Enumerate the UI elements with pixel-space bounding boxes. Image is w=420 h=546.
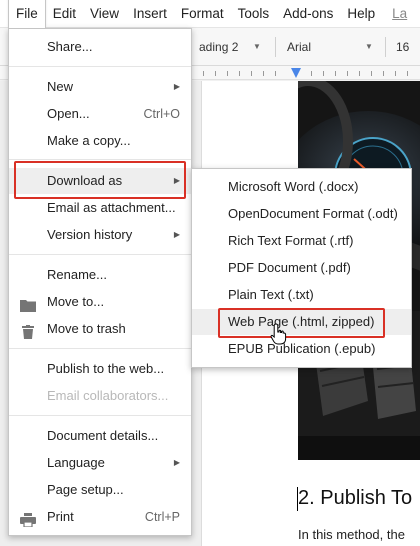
menu-item-version-history[interactable]: Version history ▶ [9, 222, 191, 248]
menu-item-share[interactable]: Share... [9, 34, 191, 60]
ruler-tick [251, 71, 252, 76]
document-paragraph[interactable]: In this method, the [298, 527, 405, 542]
submenu-item-epub[interactable]: EPUB Publication (.epub) [192, 336, 411, 362]
menu-item-new[interactable]: New ▶ [9, 74, 191, 100]
menu-item-label: Move to... [47, 294, 105, 309]
menu-item-label: Language [47, 455, 105, 470]
submenu-item-pdf[interactable]: PDF Document (.pdf) [192, 255, 411, 281]
menu-item-label: Page setup... [47, 482, 124, 497]
ruler-tick [311, 71, 312, 76]
menu-item-label: Make a copy... [47, 133, 131, 148]
menu-separator [9, 66, 191, 67]
menu-item-move-to-trash[interactable]: Move to trash [9, 316, 191, 342]
submenu-arrow-icon: ▶ [173, 82, 180, 91]
ruler-tick [335, 71, 336, 76]
font-family-select[interactable]: Arial [287, 35, 311, 59]
menu-separator [9, 415, 191, 416]
menu-item-label: Version history [47, 227, 133, 242]
menu-file[interactable]: File [8, 0, 46, 28]
menu-item-make-copy[interactable]: Make a copy... [9, 128, 191, 154]
menu-item-label: Share... [47, 39, 93, 54]
menu-bar: File Edit View Insert Format Tools Add-o… [0, 0, 420, 28]
submenu-arrow-icon: ▶ [173, 458, 180, 467]
ruler-tick [359, 71, 360, 76]
menu-item-label: New [47, 79, 74, 94]
font-size-select[interactable]: 16 [396, 35, 409, 59]
web-page-highlight [218, 308, 385, 338]
menu-format[interactable]: Format [174, 0, 231, 28]
menu-separator [9, 254, 191, 255]
ruler-tick [323, 71, 324, 76]
submenu-item-rtf[interactable]: Rich Text Format (.rtf) [192, 228, 411, 254]
ruler-tick [215, 71, 216, 76]
document-heading[interactable]: 2. Publish To [298, 487, 420, 510]
printer-icon [20, 510, 36, 528]
menu-item-move-to[interactable]: Move to... [9, 289, 191, 315]
submenu-item-label: PDF Document (.pdf) [228, 260, 351, 275]
menu-item-document-details[interactable]: Document details... [9, 423, 191, 449]
toolbar-divider [385, 37, 386, 57]
submenu-item-label: EPUB Publication (.epub) [228, 341, 376, 356]
submenu-item-docx[interactable]: Microsoft Word (.docx) [192, 174, 411, 200]
ruler-tick [407, 71, 408, 76]
menu-item-publish-web[interactable]: Publish to the web... [9, 356, 191, 382]
submenu-item-label: Plain Text (.txt) [228, 287, 314, 302]
menu-insert[interactable]: Insert [126, 0, 174, 28]
download-as-submenu: Microsoft Word (.docx) OpenDocument Form… [191, 168, 412, 368]
menu-view[interactable]: View [83, 0, 126, 28]
indent-marker[interactable] [291, 68, 301, 78]
chevron-down-icon[interactable]: ▼ [365, 35, 373, 59]
paragraph-style-select[interactable]: ading 2 [199, 35, 238, 59]
ruler-tick [275, 71, 276, 76]
ruler-tick [203, 71, 204, 76]
toolbar-divider [275, 37, 276, 57]
menu-separator [9, 348, 191, 349]
menu-item-label: Publish to the web... [47, 361, 165, 376]
last-edit-link[interactable]: La [382, 0, 414, 28]
menu-item-label: Document details... [47, 428, 159, 443]
shortcut-hint: Ctrl+P [144, 510, 180, 524]
menu-item-print[interactable]: Print Ctrl+P [9, 504, 191, 530]
ruler-tick [347, 71, 348, 76]
download-as-highlight [14, 161, 186, 199]
folder-icon [20, 295, 36, 312]
submenu-item-odt[interactable]: OpenDocument Format (.odt) [192, 201, 411, 227]
menu-item-rename[interactable]: Rename... [9, 262, 191, 288]
submenu-item-label: Rich Text Format (.rtf) [228, 233, 354, 248]
ruler-tick [263, 71, 264, 76]
menu-item-label: Move to trash [47, 321, 126, 336]
menu-tools[interactable]: Tools [231, 0, 277, 28]
submenu-item-txt[interactable]: Plain Text (.txt) [192, 282, 411, 308]
ruler-tick [395, 71, 396, 76]
menu-help[interactable]: Help [340, 0, 382, 28]
shortcut-hint: Ctrl+O [143, 107, 180, 121]
menu-item-label: Email collaborators... [47, 388, 169, 403]
submenu-arrow-icon: ▶ [173, 230, 180, 239]
ruler-tick [239, 71, 240, 76]
hand-pointer-icon [270, 323, 288, 348]
submenu-item-label: OpenDocument Format (.odt) [228, 206, 398, 221]
menu-item-open[interactable]: Open... Ctrl+O [9, 101, 191, 127]
menu-item-language[interactable]: Language ▶ [9, 450, 191, 476]
menu-item-label: Rename... [47, 267, 107, 282]
file-menu: Share... New ▶ Open... Ctrl+O Make a cop… [8, 28, 192, 536]
menu-addons[interactable]: Add-ons [276, 0, 340, 28]
ruler-tick [227, 71, 228, 76]
menu-item-page-setup[interactable]: Page setup... [9, 477, 191, 503]
chevron-down-icon[interactable]: ▼ [253, 35, 261, 59]
menu-separator [9, 159, 191, 160]
ruler-tick [371, 71, 372, 76]
menu-item-label: Print [47, 509, 74, 524]
menu-item-email-collaborators: Email collaborators... [9, 383, 191, 409]
trash-icon [20, 322, 36, 339]
ruler-tick [383, 71, 384, 76]
menu-edit[interactable]: Edit [46, 0, 83, 28]
menu-item-label: Open... [47, 106, 90, 121]
submenu-item-label: Microsoft Word (.docx) [228, 179, 359, 194]
